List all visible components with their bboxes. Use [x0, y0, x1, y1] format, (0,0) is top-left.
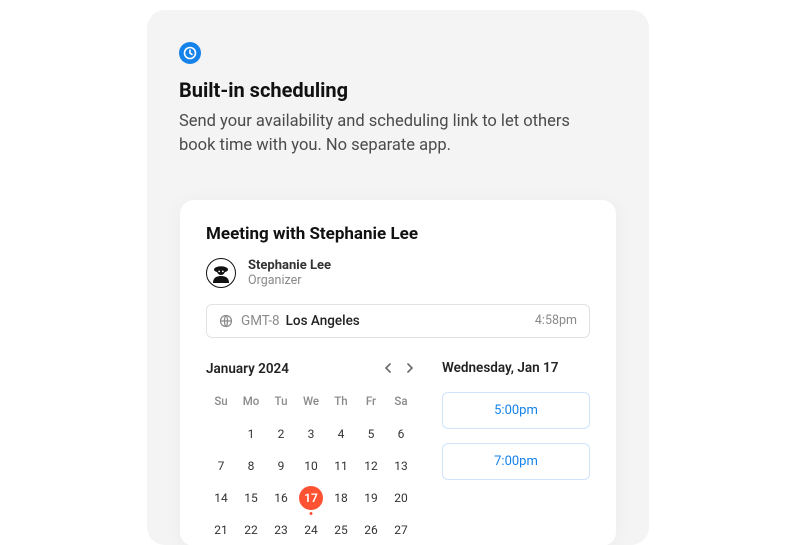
chevron-right-icon[interactable] [404, 360, 416, 378]
calendar-day-header: Fr [356, 394, 386, 418]
calendar-day[interactable]: 19 [359, 486, 383, 510]
calendar-day[interactable]: 13 [389, 454, 413, 478]
calendar-day[interactable]: 4 [329, 422, 353, 446]
calendar-day[interactable]: 14 [209, 486, 233, 510]
calendar-day[interactable]: 18 [329, 486, 353, 510]
calendar-day[interactable]: 21 [209, 518, 233, 542]
calendar-day[interactable]: 27 [389, 518, 413, 542]
calendar-day[interactable]: 15 [239, 486, 263, 510]
calendar-day-header: Tu [266, 394, 296, 418]
calendar-day[interactable]: 7 [209, 454, 233, 478]
chevron-left-icon[interactable] [382, 360, 394, 378]
calendar-day[interactable]: 6 [389, 422, 413, 446]
calendar-month-label: January 2024 [206, 361, 289, 377]
calendar-day-header: Sa [386, 394, 416, 418]
scheduler-title: Meeting with Stephanie Lee [206, 224, 590, 244]
timezone-selector[interactable]: GMT-8 Los Angeles 4:58pm [206, 304, 590, 338]
avatar [206, 258, 236, 288]
calendar-day[interactable]: 10 [299, 454, 323, 478]
calendar-day-header: Mo [236, 394, 266, 418]
calendar-day[interactable]: 24 [299, 518, 323, 542]
calendar-day[interactable]: 12 [359, 454, 383, 478]
calendar-grid: SuMoTuWeThFrSa 1234567891011121314151617… [206, 394, 416, 545]
calendar-day[interactable]: 25 [329, 518, 353, 542]
calendar-day[interactable]: 16 [269, 486, 293, 510]
calendar-day[interactable]: 22 [239, 518, 263, 542]
calendar-day[interactable]: 9 [269, 454, 293, 478]
timezone-localtime: 4:58pm [535, 313, 577, 328]
clock-icon [179, 42, 201, 64]
time-slot[interactable]: 5:00pm [442, 392, 590, 429]
calendar-day[interactable]: 17 [299, 486, 323, 510]
calendar-day[interactable]: 20 [389, 486, 413, 510]
calendar-day[interactable]: 8 [239, 454, 263, 478]
organizer-role: Organizer [248, 273, 331, 288]
calendar-day[interactable]: 1 [239, 422, 263, 446]
calendar-day[interactable]: 26 [359, 518, 383, 542]
selected-day-label: Wednesday, Jan 17 [442, 360, 590, 376]
calendar-day-header: We [296, 394, 326, 418]
calendar-day[interactable]: 23 [269, 518, 293, 542]
scheduler-panel: Meeting with Stephanie Lee Stephanie Lee… [180, 200, 616, 545]
organizer-row: Stephanie Lee Organizer [206, 258, 590, 288]
calendar-day[interactable]: 3 [299, 422, 323, 446]
time-slot[interactable]: 7:00pm [442, 443, 590, 480]
feature-description: Send your availability and scheduling li… [179, 110, 609, 158]
timezone-city: Los Angeles [286, 313, 360, 329]
calendar-day[interactable]: 5 [359, 422, 383, 446]
calendar-day[interactable]: 11 [329, 454, 353, 478]
timezone-offset: GMT-8 [241, 313, 280, 329]
globe-icon [219, 314, 233, 328]
organizer-name: Stephanie Lee [248, 258, 331, 273]
calendar-day-header: Th [326, 394, 356, 418]
feature-heading: Built-in scheduling [179, 78, 617, 102]
calendar-day[interactable]: 2 [269, 422, 293, 446]
feature-card: Built-in scheduling Send your availabili… [147, 10, 649, 545]
calendar-day-header: Su [206, 394, 236, 418]
